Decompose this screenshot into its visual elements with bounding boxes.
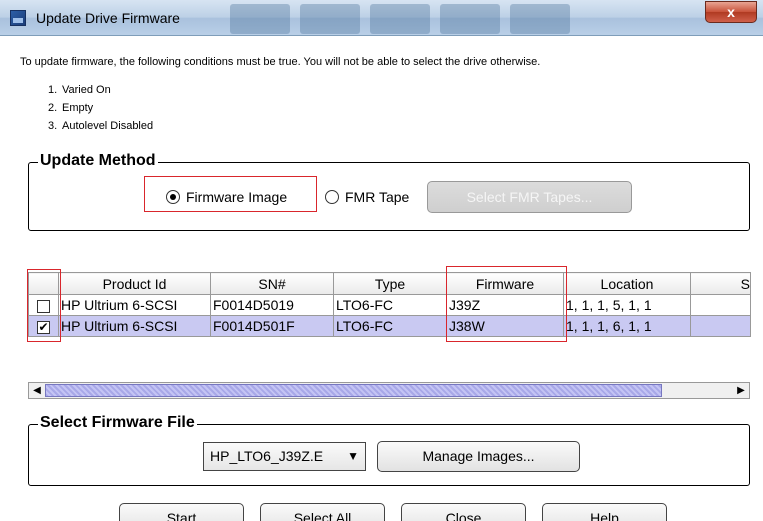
firmware-file-legend: Select Firmware File [38, 414, 197, 432]
cell-location: 1, 1, 1, 6, 1, 1 [563, 315, 691, 337]
firmware-image-radio[interactable]: Firmware Image [166, 189, 287, 205]
table-row[interactable]: HP Ultrium 6-SCSI F0014D5019 LTO6-FC J39… [28, 294, 751, 316]
select-all-button[interactable]: Select All [260, 503, 385, 521]
radio-unselected-icon [325, 190, 339, 204]
condition-item: 1. Varied On [48, 84, 111, 96]
condition-item: 3. Autolevel Disabled [48, 120, 154, 132]
firmware-file-select[interactable]: HP_LTO6_J39Z.E ▼ [203, 442, 366, 471]
app-icon [10, 10, 26, 26]
scrollbar-thumb[interactable] [45, 384, 662, 397]
cell-type: LTO6-FC [333, 315, 447, 337]
scroll-left-icon[interactable]: ◀ [29, 383, 45, 398]
chevron-down-icon: ▼ [347, 449, 359, 463]
intro-text: To update firmware, the following condit… [20, 56, 541, 68]
cell-product-id: HP Ultrium 6-SCSI [58, 294, 211, 316]
header-truncated[interactable]: S [690, 272, 751, 295]
horizontal-scrollbar[interactable]: ◀ ▶ [28, 382, 750, 399]
table-row[interactable]: ✔ HP Ultrium 6-SCSI F0014D501F LTO6-FC J… [28, 315, 751, 337]
help-button[interactable]: Help [542, 503, 667, 521]
background-ghost [230, 4, 290, 34]
cell-sn: F0014D501F [210, 315, 334, 337]
cell-type: LTO6-FC [333, 294, 447, 316]
background-ghost [440, 4, 500, 34]
cell-empty [690, 315, 751, 337]
cell-product-id: HP Ultrium 6-SCSI [58, 315, 211, 337]
cell-empty [690, 294, 751, 316]
title-bar: Update Drive Firmware x [0, 0, 763, 36]
select-fmr-tapes-button[interactable]: Select FMR Tapes... [427, 181, 632, 213]
background-ghost [300, 4, 360, 34]
update-method-legend: Update Method [38, 152, 158, 170]
start-button[interactable]: Start [119, 503, 244, 521]
manage-images-button[interactable]: Manage Images... [377, 441, 580, 472]
header-location[interactable]: Location [563, 272, 691, 295]
header-product-id[interactable]: Product Id [58, 272, 211, 295]
cell-location: 1, 1, 1, 5, 1, 1 [563, 294, 691, 316]
condition-item: 2. Empty [48, 102, 94, 114]
cell-sn: F0014D5019 [210, 294, 334, 316]
background-ghost [370, 4, 430, 34]
header-type[interactable]: Type [333, 272, 447, 295]
drive-table: Product Id SN# Type Firmware Location S … [28, 272, 751, 337]
radio-selected-icon [166, 190, 180, 204]
close-window-button[interactable]: x [705, 1, 757, 23]
highlight-box [27, 269, 61, 342]
background-ghost [510, 4, 570, 34]
close-button[interactable]: Close [401, 503, 526, 521]
window-title: Update Drive Firmware [36, 10, 180, 26]
dialog-body: To update firmware, the following condit… [0, 36, 763, 521]
scroll-right-icon[interactable]: ▶ [733, 383, 749, 398]
highlight-box [446, 266, 567, 342]
header-sn[interactable]: SN# [210, 272, 334, 295]
fmr-tape-radio[interactable]: FMR Tape [325, 189, 409, 205]
